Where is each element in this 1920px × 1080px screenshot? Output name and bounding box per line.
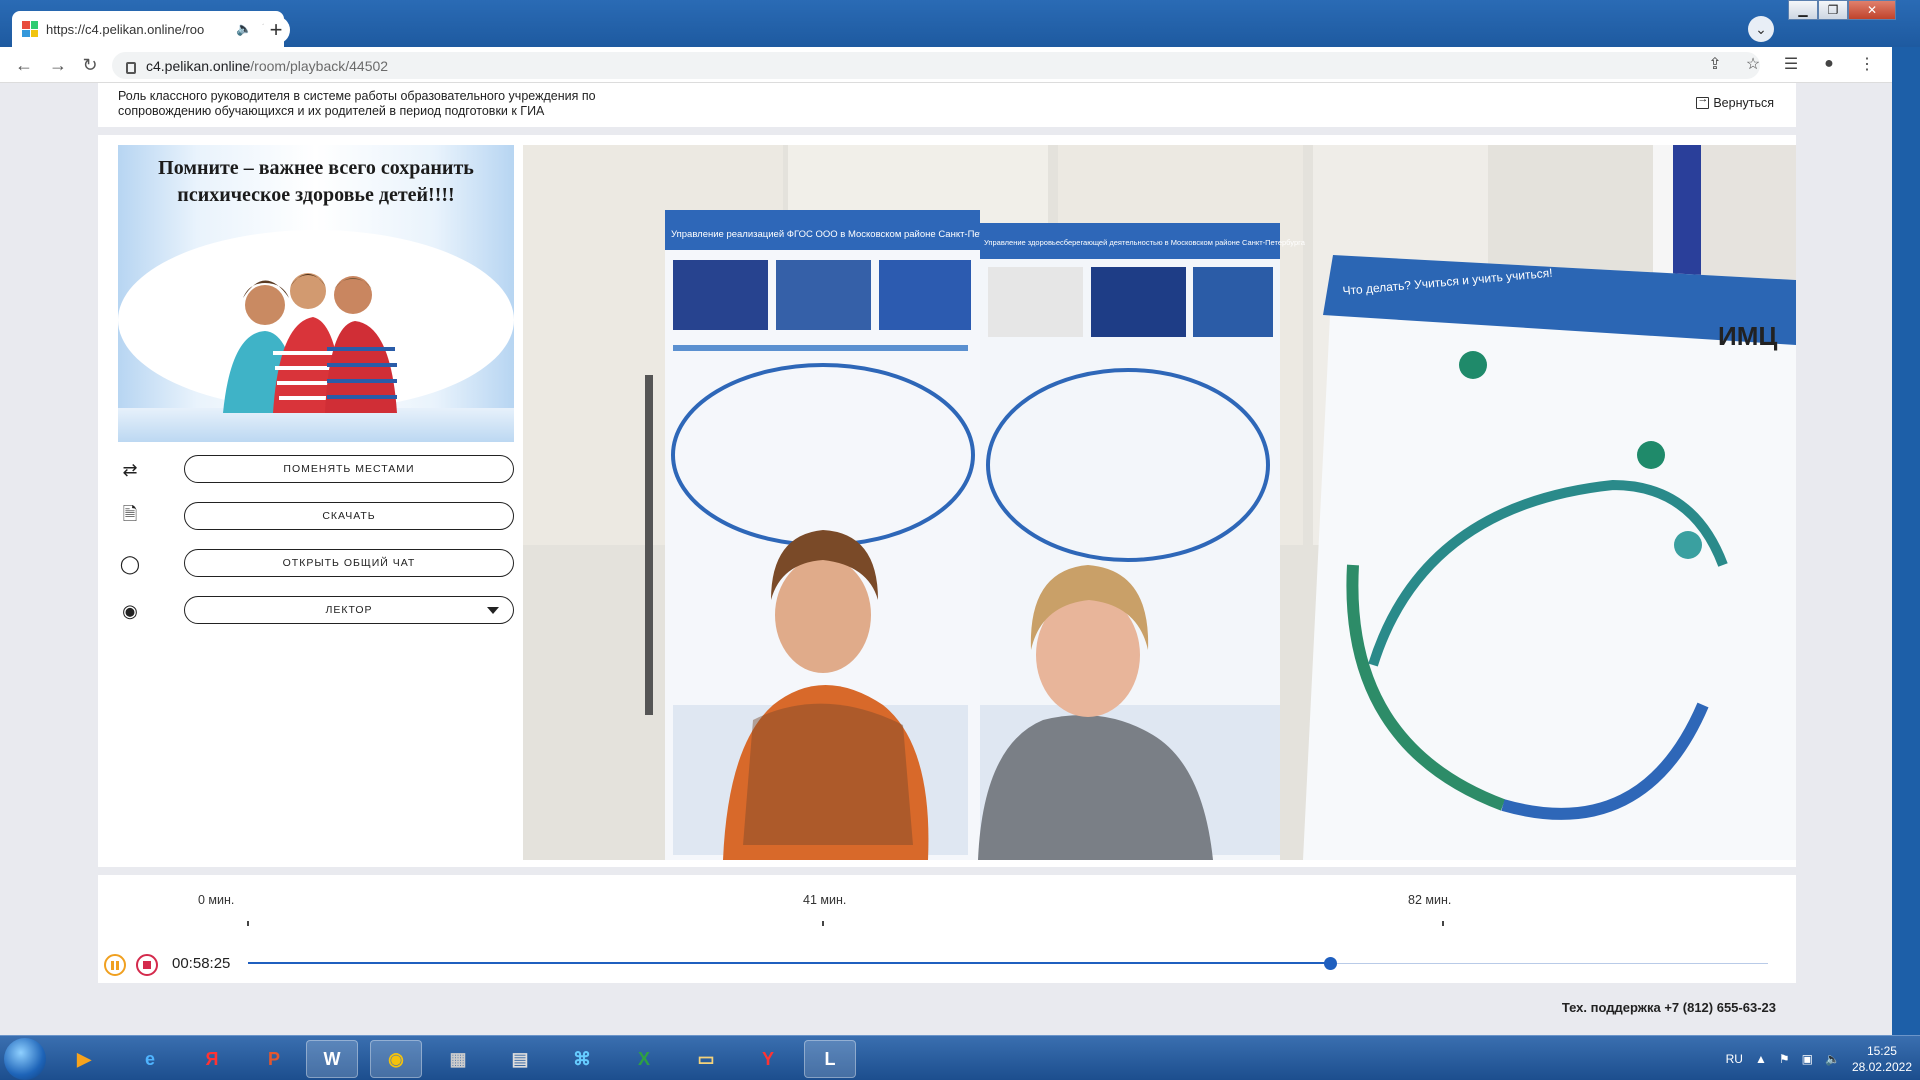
tick-label-middle: 41 мин. (803, 893, 847, 907)
download-row: 🗎 СКАЧАТЬ (118, 502, 514, 532)
site-favicon (22, 21, 38, 37)
language-indicator[interactable]: RU (1726, 1052, 1743, 1066)
profile-icon[interactable]: ● (1818, 53, 1840, 75)
browser-toolbar: ← → ↻ c4.pelikan.online/room/playback/44… (0, 47, 1892, 83)
clock[interactable]: 15:25 28.02.2022 (1852, 1043, 1912, 1075)
current-time: 00:58:25 (172, 955, 231, 972)
chat-row: ◯ ОТКРЫТЬ ОБЩИЙ ЧАТ (118, 549, 514, 579)
yandex-icon[interactable]: Y (742, 1040, 794, 1078)
stop-button[interactable] (136, 954, 158, 976)
window-controls: ▁ ❐ ✕ (1788, 0, 1896, 20)
lock-icon (126, 61, 136, 74)
lecturer-select[interactable]: ЛЕКТОР (184, 596, 514, 624)
seek-bar[interactable] (248, 957, 1768, 970)
reload-icon[interactable]: ↻ (78, 53, 102, 77)
chat-bubble-icon[interactable]: ◯ (118, 552, 142, 576)
system-tray: RU ▲ ⚑ ▣ 🔈 15:25 28.02.2022 (1726, 1040, 1912, 1078)
tick-start (247, 921, 249, 926)
poster-left-title: Управление реализацией ФГОС ООО в Москов… (671, 229, 1019, 240)
file-explorer-icon[interactable]: ▭ (680, 1040, 732, 1078)
tray-arrow-icon[interactable]: ▲ (1755, 1052, 1767, 1066)
scanner-icon[interactable]: ▤ (494, 1040, 546, 1078)
swap-row: ⇄ ПОМЕНЯТЬ МЕСТАМИ (118, 455, 514, 485)
slide-bottom-band (118, 408, 514, 442)
volume-icon[interactable]: 🔈 (1825, 1052, 1840, 1066)
menu-kebab-icon[interactable]: ⋮ (1856, 53, 1878, 75)
lecturer-select-label: ЛЕКТОР (325, 604, 373, 616)
player-content: Помните – важнее всего сохранить психиче… (98, 135, 1796, 867)
tick-label-start: 0 мин. (198, 893, 235, 907)
url-path: /room/playback/44502 (250, 57, 389, 74)
powerpoint-icon[interactable]: P (248, 1040, 300, 1078)
exit-icon (1696, 93, 1710, 109)
bookmark-star-icon[interactable]: ☆ (1742, 53, 1764, 75)
yandex-browser-icon[interactable]: Я (186, 1040, 238, 1078)
tab-title: https://c4.pelikan.online/roo (46, 21, 205, 37)
maximize-button[interactable]: ❐ (1818, 0, 1848, 20)
url-host: c4.pelikan.online (146, 57, 251, 74)
browser-tab[interactable]: https://c4.pelikan.online/roo 🔈 ✕ (12, 11, 284, 47)
poster-mid-title: Управление здоровьесберегающей деятельно… (984, 238, 1306, 247)
back-label: Вернуться (1713, 96, 1774, 110)
internet-explorer-icon[interactable]: e (124, 1040, 176, 1078)
seek-bar-thumb[interactable] (1324, 957, 1338, 970)
share-icon[interactable]: ⇪ (1704, 53, 1726, 75)
network-tool-icon[interactable]: ⌘ (556, 1040, 608, 1078)
swap-button[interactable]: ПОМЕНЯТЬ МЕСТАМИ (184, 455, 514, 483)
page-header: Роль классного руководителя в системе ра… (98, 83, 1796, 127)
media-player-icon[interactable]: ▶ (58, 1040, 110, 1078)
lync-icon[interactable]: L (804, 1040, 856, 1078)
clock-date: 28.02.2022 (1851, 1060, 1912, 1074)
browser-titlebar: https://c4.pelikan.online/roo 🔈 ✕ + ⌄ ▁ … (0, 0, 1920, 47)
os-taskbar: ▶ e Я P W ◉ ▦ ▤ ⌘ X ▭ Y L RU ▲ ⚑ ▣ 🔈 15:… (0, 1035, 1920, 1080)
pause-button[interactable] (104, 954, 126, 976)
tech-support-text: Тех. поддержка +7 (812) 655-63-23 (1561, 1000, 1776, 1015)
video-frame[interactable]: Управление реализацией ФГОС ООО в Москов… (523, 145, 1796, 860)
window-close-button[interactable]: ✕ (1848, 0, 1896, 20)
family-photo (223, 273, 397, 413)
caret-down-icon (487, 607, 499, 614)
forward-arrow-icon[interactable]: → (46, 53, 70, 77)
swap-icon[interactable]: ⇄ (118, 458, 142, 482)
download-button[interactable]: СКАЧАТЬ (184, 502, 514, 530)
lesson-title: Роль классного руководителя в системе ра… (118, 89, 596, 118)
network-icon[interactable]: ▣ (1802, 1052, 1813, 1066)
chrome-icon[interactable]: ◉ (370, 1040, 422, 1078)
tick-end (1442, 921, 1444, 926)
calculator-icon[interactable]: ▦ (432, 1040, 484, 1078)
poster-right-logo: ИМЦ (1718, 321, 1777, 351)
new-tab-button[interactable]: + (262, 16, 290, 44)
tab-search-button[interactable]: ⌄ (1748, 16, 1774, 42)
minimize-button[interactable]: ▁ (1788, 0, 1818, 20)
back-arrow-icon[interactable]: ← (12, 53, 36, 77)
presentation-slide: Помните – важнее всего сохранить психиче… (118, 145, 514, 442)
video-scene: Управление реализацией ФГОС ООО в Москов… (523, 145, 1796, 860)
tick-label-end: 82 мин. (1408, 893, 1452, 907)
word-icon[interactable]: W (306, 1040, 358, 1078)
open-chat-button[interactable]: ОТКРЫТЬ ОБЩИЙ ЧАТ (184, 549, 514, 577)
slide-text: Помните – важнее всего сохранить психиче… (158, 157, 474, 206)
reading-list-icon[interactable]: ☰ (1780, 53, 1802, 75)
lecturer-row: ◉ ЛЕКТОР (118, 596, 514, 626)
document-icon[interactable]: 🗎 (118, 504, 142, 529)
back-link[interactable]: Вернуться (1696, 93, 1774, 110)
tick-middle (822, 921, 824, 926)
clock-time: 15:25 (1866, 1044, 1897, 1058)
start-button[interactable] (4, 1038, 46, 1080)
timeline: 0 мин. 41 мин. 82 мин. 00:58:25 (98, 875, 1796, 983)
tab-audio-icon[interactable]: 🔈 (236, 21, 252, 37)
seek-bar-progress (248, 962, 1331, 964)
webcam-icon[interactable]: ◉ (118, 599, 142, 623)
excel-icon[interactable]: X (618, 1040, 670, 1078)
address-bar[interactable]: c4.pelikan.online/room/playback/44502 (112, 52, 1760, 79)
page: Роль классного руководителя в системе ра… (0, 83, 1892, 1035)
flag-icon[interactable]: ⚑ (1779, 1052, 1790, 1066)
